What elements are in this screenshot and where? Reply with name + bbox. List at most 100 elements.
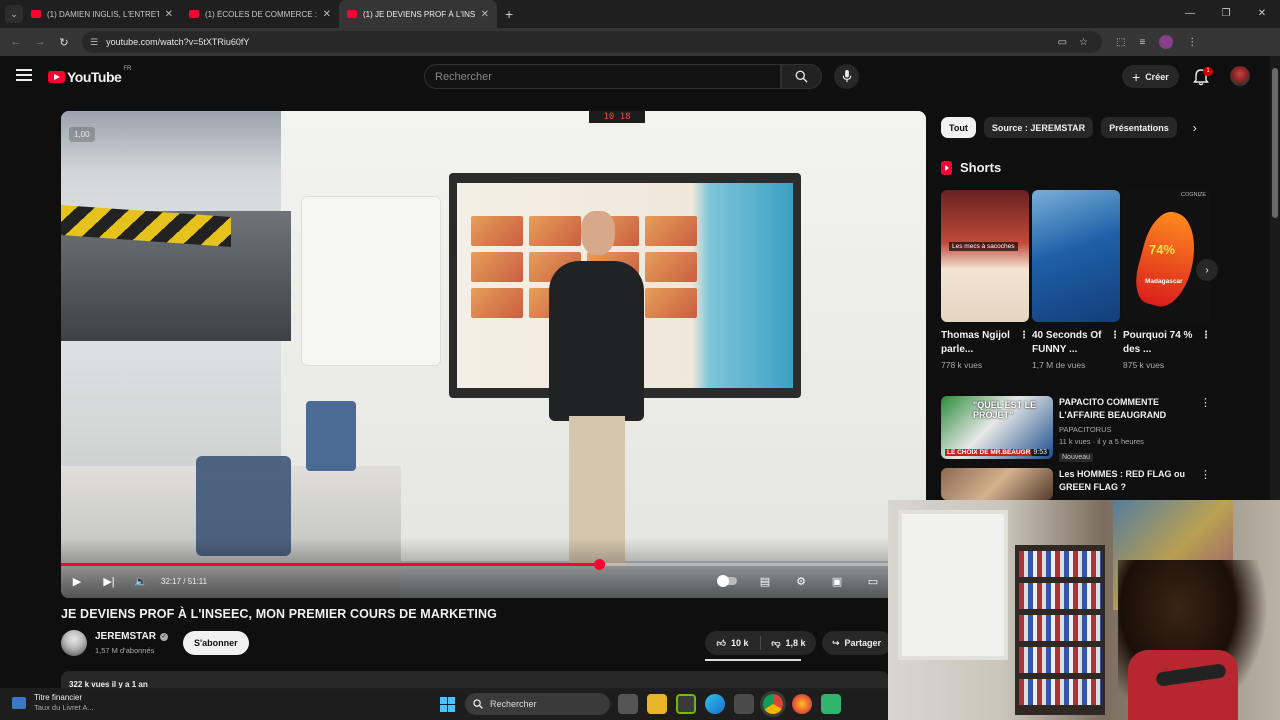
more-options-icon[interactable]: ⋮ <box>1200 468 1211 500</box>
settings-gear-icon[interactable]: ⚙ <box>785 575 817 588</box>
recommendation-title[interactable]: PAPACITO COMMENTE L'AFFAIRE BEAUGRAND <box>1059 396 1199 422</box>
more-options-icon[interactable]: ⋮ <box>1019 329 1029 357</box>
chip-presentations[interactable]: Présentations <box>1101 117 1177 138</box>
tab-title: (1) ÉCOLES DE COMMERCE : AU <box>205 9 317 19</box>
shorts-title: Shorts <box>960 160 1002 175</box>
chip-source[interactable]: Source : JEREMSTAR <box>983 117 1094 138</box>
app-icon[interactable] <box>821 694 841 714</box>
short-thumbnail[interactable]: COGNIZE 74% Madagascar <box>1123 190 1211 322</box>
recommendation-item[interactable]: "QUEL EST LE PROJET" LE CHOIX DE MR.BEAU… <box>941 396 1211 464</box>
back-icon[interactable]: ← <box>4 36 28 48</box>
minimize-icon[interactable]: — <box>1172 0 1208 28</box>
autoplay-toggle[interactable] <box>717 575 737 587</box>
chrome-icon[interactable] <box>763 694 783 714</box>
close-window-icon[interactable]: ✕ <box>1244 0 1280 28</box>
bookmark-star-icon[interactable]: ☆ <box>1079 37 1088 48</box>
channel-name[interactable]: JEREMSTAR ✓ <box>95 631 168 642</box>
recommendation-channel[interactable]: PAPACITORUS <box>1059 425 1199 434</box>
close-tab-icon[interactable]: ✕ <box>481 9 489 20</box>
subtitles-icon[interactable]: ▤ <box>749 575 781 588</box>
youtube-logo[interactable]: YouTube FR <box>48 66 131 85</box>
nvidia-icon[interactable] <box>676 694 696 714</box>
short-views: 1,7 M de vues <box>1032 360 1086 370</box>
video-progress-bar[interactable] <box>61 559 889 570</box>
play-button-icon[interactable]: ▶ <box>61 575 93 588</box>
close-tab-icon[interactable]: ✕ <box>323 9 331 20</box>
channel-avatar[interactable] <box>61 630 87 656</box>
short-title[interactable]: Thomas Ngijol parle... <box>941 329 1013 357</box>
url-text: youtube.com/watch?v=5tXTRiu60fY <box>106 37 250 47</box>
recommendation-item[interactable]: Les HOMMES : RED FLAG ou GREEN FLAG ? ⋮ <box>941 468 1211 500</box>
theater-mode-icon[interactable]: ▭ <box>857 575 889 588</box>
short-item[interactable]: 40 Seconds Of FUNNY ... ⋮ 1,7 M de vues <box>1032 190 1120 370</box>
video-player[interactable]: 10 18 1,00 <box>61 111 926 598</box>
short-thumbnail-percent: 74% <box>1149 242 1176 257</box>
short-title[interactable]: Pourquoi 74 % des ... <box>1123 329 1195 357</box>
account-avatar[interactable] <box>1230 66 1250 86</box>
news-title: Titre financier <box>34 693 83 702</box>
short-item[interactable]: Les mecs à sacoches Thomas Ngijol parle.… <box>941 190 1029 370</box>
address-bar[interactable]: ☰ youtube.com/watch?v=5tXTRiu60fY ▭ ☆ <box>82 31 1102 53</box>
cast-icon[interactable]: ▭ <box>1058 37 1067 48</box>
reload-icon[interactable]: ↻ <box>52 36 76 49</box>
short-thumbnail[interactable] <box>1032 190 1120 322</box>
search-button[interactable] <box>781 64 822 89</box>
more-options-icon[interactable]: ⋮ <box>1200 396 1211 464</box>
more-options-icon[interactable]: ⋮ <box>1110 329 1120 357</box>
window-controls: — ❐ ✕ <box>1172 0 1280 28</box>
file-explorer-icon[interactable] <box>647 694 667 714</box>
video-frame-chair <box>306 401 356 471</box>
task-view-icon[interactable] <box>618 694 638 714</box>
short-thumbnail[interactable]: Les mecs à sacoches <box>941 190 1029 322</box>
new-tab-icon[interactable]: + <box>505 6 513 22</box>
close-tab-icon[interactable]: ✕ <box>165 9 173 20</box>
windows-start-icon[interactable] <box>440 697 455 712</box>
chip-all[interactable]: Tout <box>941 117 976 138</box>
recommendation-title[interactable]: Les HOMMES : RED FLAG ou GREEN FLAG ? <box>1059 468 1199 494</box>
browser-menu-icon[interactable]: ⋮ <box>1187 37 1197 48</box>
short-title[interactable]: 40 Seconds Of FUNNY ... <box>1032 329 1104 357</box>
progress-fill <box>61 563 600 566</box>
share-button[interactable]: ↪ Partager <box>822 631 892 655</box>
shorts-next-chevron-icon[interactable]: › <box>1196 259 1218 281</box>
scrollbar-thumb[interactable] <box>1272 68 1278 218</box>
reading-list-icon[interactable]: ≡ <box>1139 37 1145 48</box>
store-icon[interactable] <box>734 694 754 714</box>
news-widget[interactable]: Titre financier Taux du Livret A... <box>12 693 94 712</box>
volume-icon[interactable]: 🔈 <box>125 575 157 588</box>
miniplayer-icon[interactable]: ▣ <box>821 575 853 588</box>
browser-tab-1[interactable]: (1) DAMIEN INGLIS, L'ENTRETIEN ✕ <box>23 0 181 28</box>
playback-speed-indicator: 1,00 <box>69 127 95 142</box>
taskbar-search[interactable]: Rechercher <box>465 693 610 715</box>
menu-icon[interactable] <box>16 69 32 81</box>
voice-search-button[interactable] <box>834 64 859 89</box>
site-info-icon[interactable]: ☰ <box>90 37 98 48</box>
like-button[interactable]: 👍︎ 10 k <box>705 638 760 649</box>
time-display: 32:17 / 51:11 <box>161 576 208 586</box>
forward-icon[interactable]: → <box>28 36 52 48</box>
profile-avatar[interactable] <box>1159 35 1174 49</box>
recommendation-thumbnail[interactable]: "QUEL EST LE PROJET" LE CHOIX DE MR.BEAU… <box>941 396 1053 459</box>
chevron-right-icon[interactable]: › <box>1193 121 1197 135</box>
browser-tab-3[interactable]: (1) JE DEVIENS PROF À L'INSEEC ✕ <box>339 0 497 28</box>
next-video-icon[interactable]: ▶| <box>93 575 125 588</box>
browser-tab-2[interactable]: (1) ÉCOLES DE COMMERCE : AU ✕ <box>181 0 339 28</box>
create-label: Créer <box>1145 71 1169 82</box>
subscribe-button[interactable]: S'abonner <box>183 631 249 655</box>
tab-title: (1) DAMIEN INGLIS, L'ENTRETIEN <box>47 9 159 19</box>
restore-icon[interactable]: ❐ <box>1208 0 1244 28</box>
tab-search-icon[interactable]: ⌄ <box>5 5 23 23</box>
dislike-button[interactable]: 👎︎ 1,8 k <box>761 638 816 649</box>
shorts-shelf: Les mecs à sacoches Thomas Ngijol parle.… <box>941 190 1211 370</box>
edge-icon[interactable] <box>705 694 725 714</box>
player-controls: ▶ ▶| 🔈 32:17 / 51:11 ▤ ⚙ ▣ ▭ <box>61 570 889 592</box>
firefox-icon[interactable] <box>792 694 812 714</box>
short-views: 875 k vues <box>1123 360 1165 370</box>
taskbar-search-label: Rechercher <box>490 699 537 709</box>
search-input[interactable]: Rechercher <box>424 64 781 89</box>
extensions-icon[interactable]: ⬚ <box>1116 37 1125 48</box>
recommendation-thumbnail[interactable] <box>941 468 1053 500</box>
more-options-icon[interactable]: ⋮ <box>1201 329 1211 357</box>
short-item[interactable]: COGNIZE 74% Madagascar Pourquoi 74 % des… <box>1123 190 1211 370</box>
create-button[interactable]: + Créer <box>1122 65 1179 88</box>
